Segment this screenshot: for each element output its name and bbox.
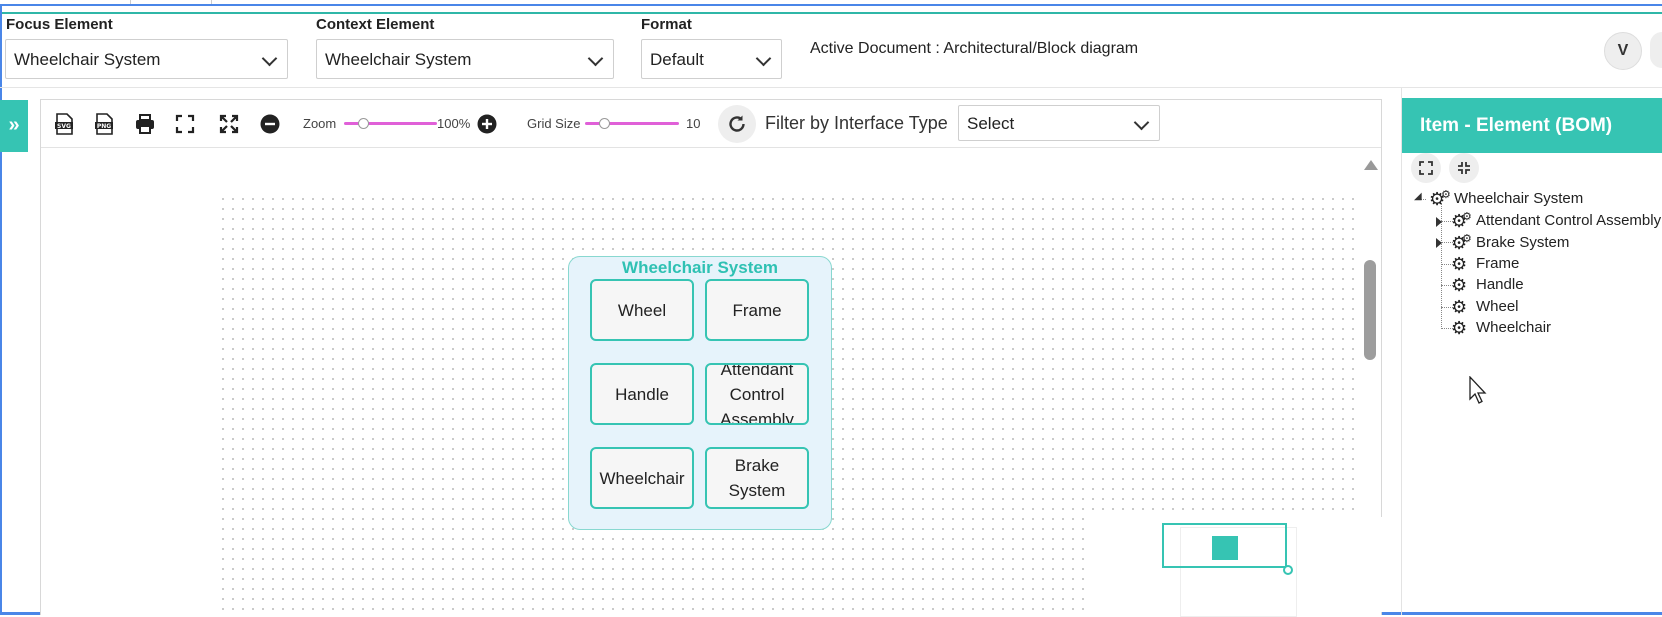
- filter-interface-value: Select: [967, 114, 1015, 133]
- minimap-resize-handle[interactable]: [1283, 565, 1293, 575]
- tree-collapse-all-button[interactable]: [1449, 153, 1479, 183]
- vertical-scrollbar-thumb[interactable]: [1364, 260, 1376, 360]
- exit-fullscreen-icon: [1458, 162, 1470, 174]
- tree-item-wheel[interactable]: Wheel: [1476, 298, 1519, 315]
- focus-element-value: Wheelchair System: [14, 50, 161, 69]
- print-icon[interactable]: [134, 113, 156, 135]
- frame-accent-line: [0, 12, 1662, 14]
- zoom-value: 100%: [437, 116, 471, 131]
- diagram-node-wheelchair[interactable]: Wheelchair: [590, 447, 694, 509]
- chevron-down-icon: [755, 50, 772, 67]
- png-export-text: PNG: [97, 123, 111, 130]
- right-panel-title: Item - Element (BOM): [1402, 98, 1662, 153]
- toolbar-divider: [41, 147, 1381, 148]
- chevron-down-icon: [587, 50, 604, 67]
- filter-interface-select[interactable]: Select: [958, 105, 1160, 141]
- mouse-cursor-icon: [1469, 376, 1487, 404]
- tree-item-wheelchair[interactable]: Wheelchair: [1476, 319, 1551, 336]
- gear-small-icon: ⚙: [1462, 233, 1472, 245]
- focus-element-label: Focus Element: [6, 16, 113, 33]
- tree-expand-icon[interactable]: [1436, 217, 1442, 227]
- grid-size-label: Grid Size: [527, 116, 581, 131]
- tree-item-root[interactable]: Wheelchair System: [1454, 190, 1583, 207]
- right-panel-divider: [1401, 88, 1402, 615]
- gear-icon: ⚙: [1451, 318, 1468, 338]
- diagram-node-brake-system[interactable]: Brake System: [705, 447, 809, 509]
- zoom-out-icon[interactable]: [259, 113, 281, 135]
- png-export-icon[interactable]: PNG: [93, 113, 115, 135]
- refresh-button[interactable]: [718, 105, 756, 143]
- tree-expand-all-button[interactable]: [1411, 153, 1441, 183]
- gear-icon: ⚙: [1451, 297, 1468, 317]
- chevron-down-icon: [261, 50, 278, 67]
- grid-size-value: 10: [686, 116, 701, 131]
- context-element-label: Context Element: [316, 16, 435, 33]
- context-element-value: Wheelchair System: [325, 50, 472, 69]
- diagram-node-attendant-control-assembly[interactable]: Attendant Control Assembly: [705, 363, 809, 425]
- secondary-header-button[interactable]: [1650, 32, 1662, 68]
- format-select[interactable]: Default: [641, 39, 782, 79]
- expand-icon[interactable]: [218, 113, 240, 135]
- tree-collapse-icon[interactable]: ◢: [1414, 191, 1422, 202]
- gear-small-icon: ⚙: [1441, 189, 1451, 201]
- scroll-up-arrow[interactable]: [1364, 160, 1378, 170]
- tree-item-handle[interactable]: Handle: [1476, 276, 1524, 293]
- refresh-icon: [729, 115, 745, 132]
- frame-border-left: [0, 4, 2, 615]
- svg-export-text: SVG: [57, 123, 71, 130]
- grid-size-slider-handle[interactable]: [598, 118, 610, 129]
- minimap-viewport[interactable]: [1162, 523, 1287, 568]
- diagram-node-handle[interactable]: Handle: [590, 363, 694, 425]
- system-container-title: Wheelchair System: [622, 258, 778, 277]
- svg-export-icon[interactable]: SVG: [53, 113, 75, 135]
- tree-item-attendant-control-assembly[interactable]: Attendant Control Assembly: [1476, 212, 1661, 229]
- user-avatar-button[interactable]: V: [1604, 32, 1642, 70]
- context-element-select[interactable]: Wheelchair System: [316, 39, 614, 79]
- gear-icon: ⚙: [1451, 254, 1468, 274]
- zoom-label: Zoom: [303, 116, 337, 131]
- focus-element-select[interactable]: Wheelchair System: [5, 39, 288, 79]
- fullscreen-icon: [1419, 161, 1433, 175]
- filter-interface-label: Filter by Interface Type: [765, 113, 948, 133]
- zoom-slider-handle[interactable]: [357, 118, 369, 129]
- diagram-node-frame[interactable]: Frame: [705, 279, 809, 341]
- format-value: Default: [650, 50, 704, 69]
- gear-small-icon: ⚙: [1462, 211, 1472, 223]
- tree-expand-icon[interactable]: [1436, 238, 1442, 248]
- frame-border-top: [0, 4, 1662, 6]
- left-panel-toggle[interactable]: »: [0, 100, 28, 152]
- gear-icon: ⚙: [1451, 275, 1468, 295]
- chevron-down-icon: [1133, 114, 1150, 131]
- tree-item-brake-system[interactable]: Brake System: [1476, 234, 1569, 251]
- format-label: Format: [641, 16, 692, 33]
- diagram-node-wheel[interactable]: Wheel: [590, 279, 694, 341]
- tree-item-frame[interactable]: Frame: [1476, 255, 1519, 272]
- fit-screen-icon[interactable]: [174, 113, 196, 135]
- zoom-in-icon[interactable]: [476, 113, 498, 135]
- double-chevron-right-icon: »: [8, 114, 20, 136]
- active-document-text: Active Document : Architectural/Block di…: [810, 40, 1139, 57]
- header-divider: [0, 87, 1662, 88]
